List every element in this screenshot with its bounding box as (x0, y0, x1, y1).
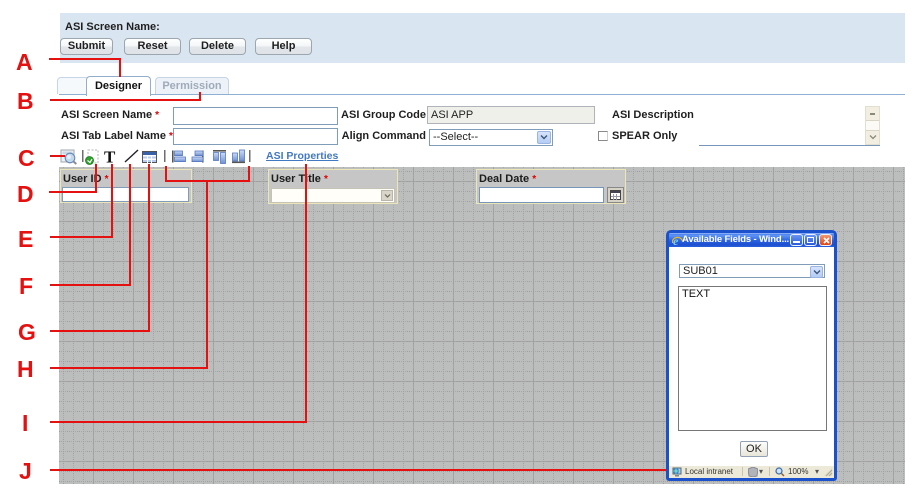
svg-text:T: T (104, 148, 116, 166)
svg-text:e: e (673, 235, 679, 246)
